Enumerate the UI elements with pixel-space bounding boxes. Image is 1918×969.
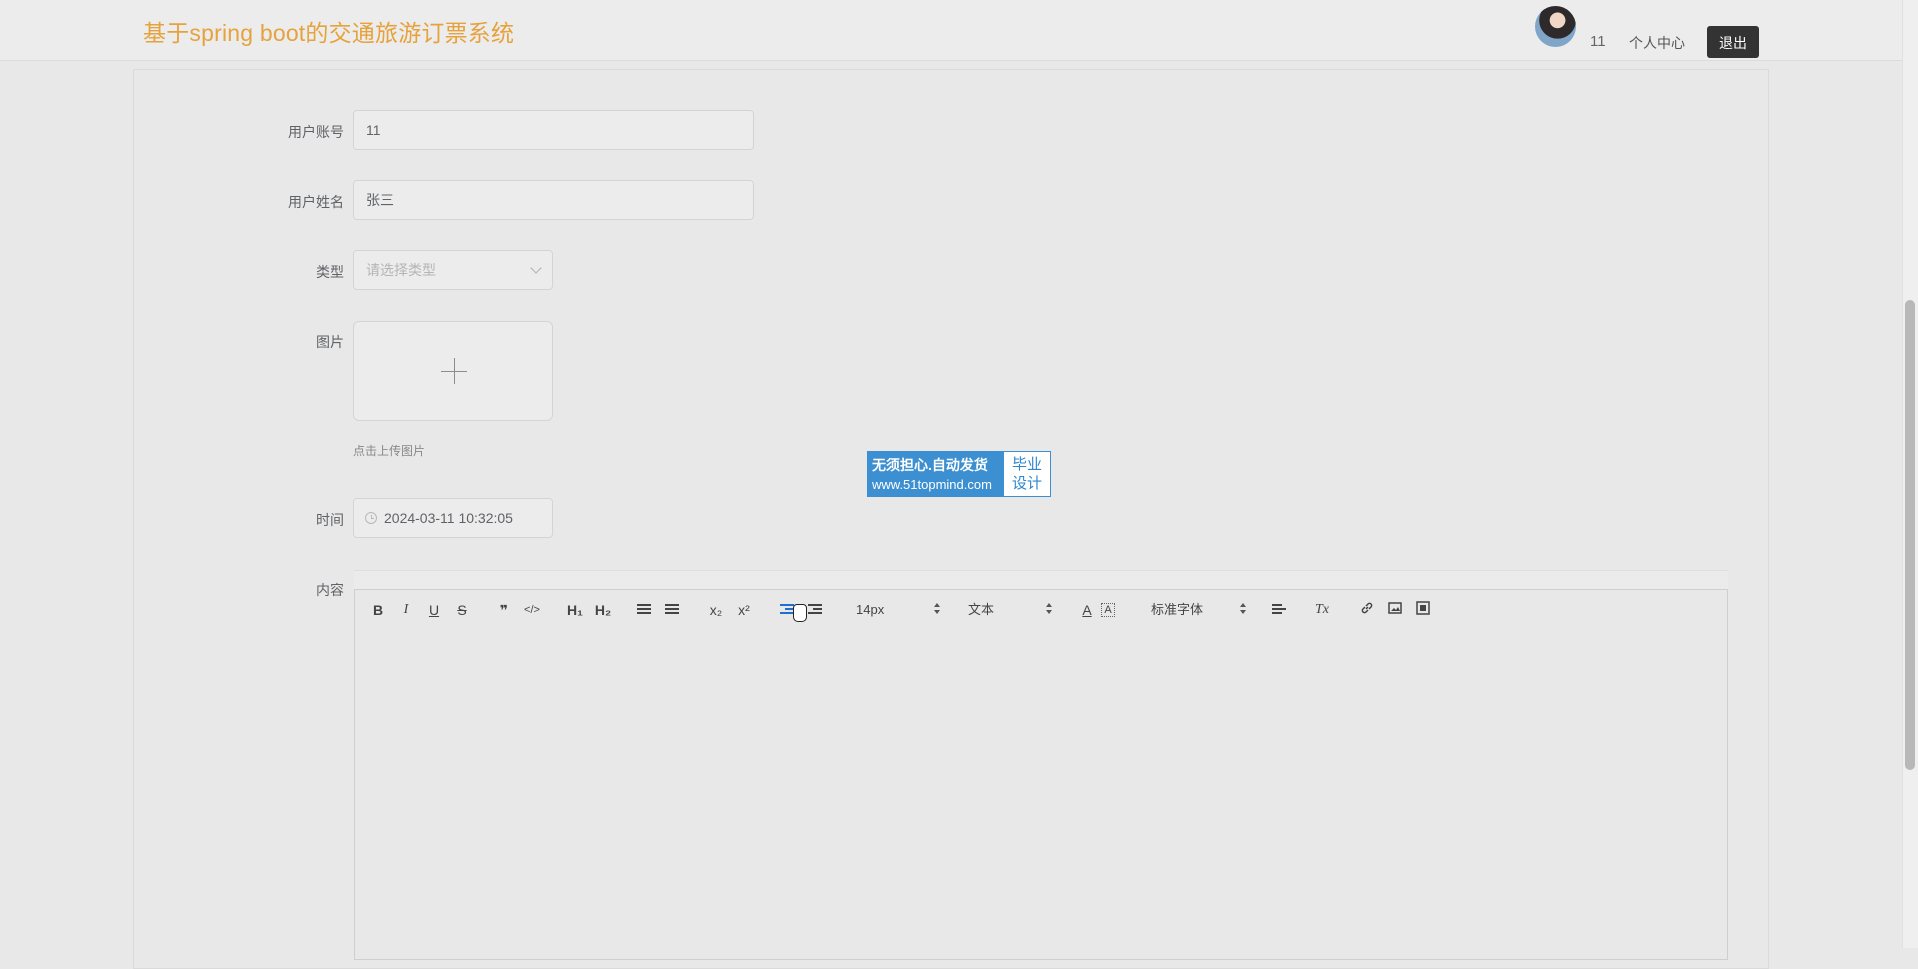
content-label: 内容	[316, 582, 344, 598]
ordered-list-icon[interactable]	[637, 603, 651, 615]
type-select[interactable]: 请选择类型	[353, 250, 553, 290]
outdent-icon[interactable]	[780, 603, 794, 615]
clock-icon	[365, 512, 377, 524]
plus-icon-vertical	[454, 358, 455, 384]
image-icon[interactable]	[1385, 600, 1405, 620]
account-label: 用户账号	[288, 124, 344, 140]
account-input[interactable]: 11	[353, 110, 754, 150]
block-type-select[interactable]: 文本	[968, 600, 1052, 620]
background-color-button[interactable]: A	[1101, 603, 1115, 617]
align-icon[interactable]	[1272, 603, 1286, 615]
h1-button[interactable]: H₁	[564, 600, 586, 620]
video-icon[interactable]	[1413, 600, 1433, 620]
personal-center-link[interactable]: 个人中心	[1629, 33, 1685, 53]
watermark-right: 毕业 设计	[1004, 452, 1050, 496]
name-input[interactable]: 张三	[353, 180, 754, 220]
user-avatar[interactable]	[1535, 6, 1576, 47]
top-header: 基于spring boot的交通旅游订票系统 11 个人中心 退出	[0, 0, 1902, 61]
clear-format-button[interactable]: Tx	[1310, 600, 1334, 620]
font-size-value: 14px	[856, 602, 885, 617]
subscript-button[interactable]: x₂	[705, 600, 727, 620]
editor-content-area[interactable]	[354, 630, 1728, 960]
watermark-right-line2: 设计	[1011, 475, 1042, 492]
bullet-list-icon[interactable]	[665, 603, 679, 615]
name-label: 用户姓名	[288, 194, 344, 210]
underline-button[interactable]: U	[424, 600, 444, 620]
watermark-right-line1: 毕业	[1011, 456, 1042, 473]
time-label: 时间	[316, 512, 344, 528]
logout-button[interactable]: 退出	[1707, 26, 1759, 58]
time-picker[interactable]: 2024-03-11 10:32:05	[353, 498, 553, 538]
watermark-badge: 无须担心.自动发货 www.51topmind.com 毕业 设计	[867, 451, 1051, 497]
time-value: 2024-03-11 10:32:05	[384, 510, 513, 526]
watermark-left: 无须担心.自动发货 www.51topmind.com	[868, 452, 1004, 496]
type-placeholder: 请选择类型	[366, 262, 436, 278]
indent-icon[interactable]	[808, 603, 822, 615]
font-color-button[interactable]: A	[1077, 600, 1097, 620]
watermark-url: www.51topmind.com	[872, 477, 992, 492]
upload-tip: 点击上传图片	[353, 444, 426, 458]
bold-button[interactable]: B	[368, 600, 388, 620]
editor-top-strip	[354, 570, 1728, 590]
blockquote-button[interactable]: ❞	[494, 600, 514, 620]
image-upload-box[interactable]	[353, 321, 553, 421]
image-label: 图片	[316, 334, 344, 350]
name-value: 张三	[366, 192, 394, 208]
italic-button[interactable]: I	[396, 600, 416, 620]
editor-toolbar: B I U S ❞ </> H₁ H₂ x₂ x² 14px 文本 A A 标准…	[354, 589, 1728, 631]
font-family-select[interactable]: 标准字体	[1151, 600, 1246, 620]
watermark-slogan: 无须担心.自动发货	[872, 457, 988, 473]
strike-button[interactable]: S	[452, 600, 472, 620]
type-label: 类型	[316, 264, 344, 280]
site-title: 基于spring boot的交通旅游订票系统	[143, 20, 515, 46]
block-type-value: 文本	[968, 602, 995, 617]
font-size-select[interactable]: 14px	[856, 600, 940, 620]
superscript-button[interactable]: x²	[733, 600, 755, 620]
chevron-down-icon	[530, 262, 542, 274]
link-icon[interactable]	[1357, 600, 1377, 620]
font-family-value: 标准字体	[1151, 602, 1204, 617]
header-username: 11	[1590, 33, 1606, 50]
code-block-button[interactable]: </>	[518, 600, 546, 620]
scrollbar-thumb[interactable]	[1905, 300, 1915, 770]
h2-button[interactable]: H₂	[592, 600, 614, 620]
mouse-pointer-icon	[793, 604, 807, 622]
account-value: 11	[366, 122, 381, 138]
